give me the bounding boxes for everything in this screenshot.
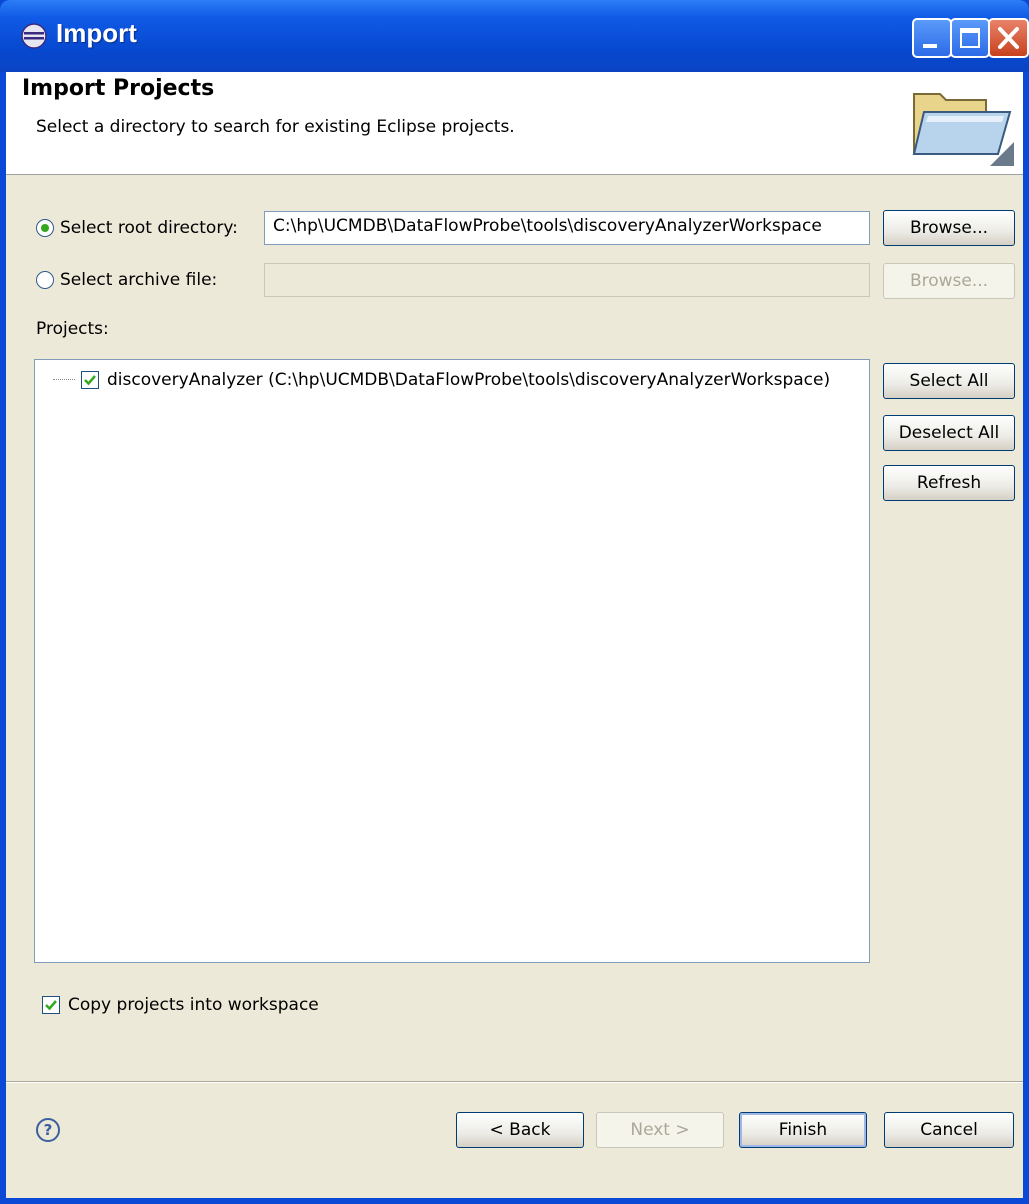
- page-title: Import Projects: [22, 76, 215, 101]
- root-directory-option[interactable]: Select root directory:: [36, 213, 238, 243]
- root-directory-radio[interactable]: [36, 219, 54, 237]
- select-all-button[interactable]: Select All: [883, 363, 1015, 399]
- window-title: Import: [56, 18, 137, 48]
- footer-separator: [6, 1081, 1023, 1083]
- list-item[interactable]: discoveryAnalyzer (C:\hp\UCMDB\DataFlowP…: [81, 368, 830, 392]
- browse-root-button[interactable]: Browse...: [883, 210, 1015, 246]
- dialog-body: Import Projects Select a directory to se…: [6, 72, 1023, 1198]
- finish-button[interactable]: Finish: [739, 1112, 867, 1148]
- maximize-button[interactable]: [950, 18, 990, 58]
- project-label: discoveryAnalyzer (C:\hp\UCMDB\DataFlowP…: [107, 370, 831, 390]
- archive-file-radio[interactable]: [36, 271, 54, 289]
- back-button[interactable]: < Back: [456, 1112, 584, 1148]
- wizard-header: Import Projects Select a directory to se…: [6, 72, 1023, 175]
- projects-label: Projects:: [36, 319, 109, 339]
- minimize-button[interactable]: [912, 18, 952, 58]
- project-checkbox[interactable]: [81, 371, 99, 389]
- archive-file-label: Select archive file:: [60, 270, 218, 290]
- copy-projects-checkbox[interactable]: [42, 996, 60, 1014]
- close-icon: [998, 27, 1019, 49]
- browse-archive-button[interactable]: Browse...: [883, 263, 1015, 299]
- import-window: Import Import Projects Select a director…: [0, 0, 1029, 1204]
- copy-projects-option[interactable]: Copy projects into workspace: [42, 995, 319, 1015]
- folder-icon: [912, 93, 1014, 166]
- help-icon[interactable]: ?: [36, 1118, 60, 1142]
- title-bar[interactable]: Import: [0, 0, 1029, 72]
- page-description: Select a directory to search for existin…: [36, 117, 515, 137]
- minimize-icon: [923, 44, 937, 48]
- checkmark-icon: [45, 1000, 57, 1011]
- eclipse-icon: [21, 23, 47, 49]
- cancel-button[interactable]: Cancel: [884, 1112, 1014, 1148]
- refresh-button[interactable]: Refresh: [883, 465, 1015, 501]
- tree-connector: [53, 379, 75, 380]
- deselect-all-button[interactable]: Deselect All: [883, 415, 1015, 451]
- projects-list[interactable]: discoveryAnalyzer (C:\hp\UCMDB\DataFlowP…: [34, 359, 870, 963]
- close-button[interactable]: [988, 18, 1029, 58]
- root-directory-input[interactable]: C:\hp\UCMDB\DataFlowProbe\tools\discover…: [264, 211, 870, 245]
- root-directory-label: Select root directory:: [60, 218, 238, 238]
- maximize-icon: [960, 28, 980, 48]
- archive-file-input[interactable]: [264, 263, 870, 297]
- archive-file-option[interactable]: Select archive file:: [36, 265, 217, 295]
- checkmark-icon: [84, 375, 96, 386]
- next-button[interactable]: Next >: [596, 1112, 724, 1148]
- copy-projects-label: Copy projects into workspace: [68, 995, 319, 1015]
